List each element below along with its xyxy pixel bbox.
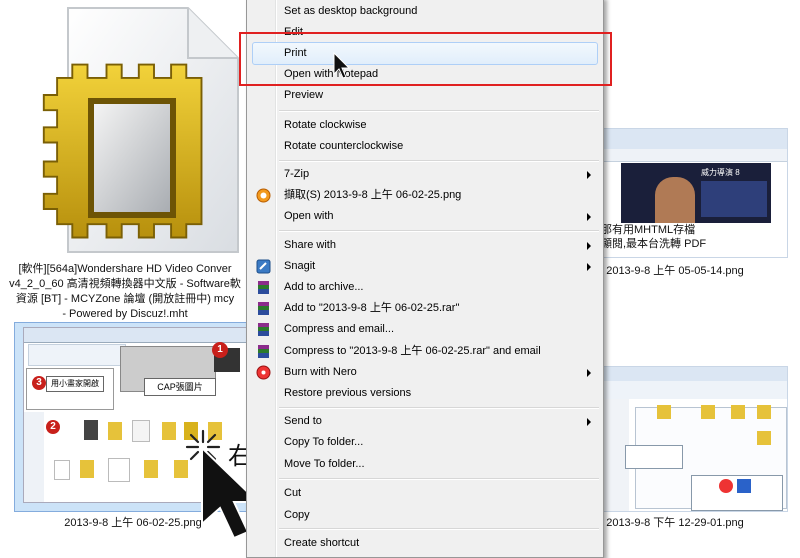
menu-item-7zip[interactable]: 7-Zip [247, 164, 603, 185]
menu-item-label: Cut [284, 487, 302, 499]
highlight-annotation-box [239, 32, 612, 86]
file-label-line: [軟件][564a]Wondershare HD Video Conver [18, 263, 232, 275]
menu-separator [279, 478, 599, 480]
menu-item-label: Burn with Nero [284, 366, 357, 378]
submenu-arrow-icon [587, 263, 591, 271]
file-label-line: v4_2_0_60 高清視頻轉換器中文版 - Software軟 [9, 278, 241, 290]
menu-item-label: Preview [284, 89, 324, 101]
menu-item-label: 擷取(S) 2013-9-8 上午 06-02-25.png [284, 189, 462, 201]
submenu-arrow-icon [587, 242, 591, 250]
thumbnail-right-bottom[interactable] [600, 366, 788, 512]
menu-item-label: Compress to "2013-9-8 上午 06-02-25.rar" a… [284, 345, 541, 357]
mht-file-label[interactable]: [軟件][564a]Wondershare HD Video Conver v4… [0, 262, 250, 322]
menu-item-label: Set as desktop background [284, 5, 418, 17]
file-label-line: 資源 [BT] - MCYZone 論壇 (開放註冊中) mcy [15, 293, 235, 305]
nero-icon [256, 365, 271, 380]
thumbnail-right-bottom-label[interactable]: 2013-9-8 下午 12-29-01.png [600, 514, 750, 530]
step-badge: 3 [32, 376, 46, 390]
thumbnail-right-top[interactable]: 威力導演 8 那有用MHTML存檔 顯閱,最本台洗轉 PDF [600, 128, 788, 258]
capture-app-icon [256, 188, 271, 203]
menu-item-label: Rotate counterclockwise [284, 140, 404, 152]
menu-separator [279, 230, 599, 232]
menu-item-cut[interactable]: Cut [247, 483, 603, 504]
menu-item-label: Compress and email... [284, 323, 395, 335]
mht-file-icon[interactable] [38, 6, 244, 256]
menu-item-label: 7-Zip [284, 168, 310, 180]
winrar-icon [258, 323, 269, 336]
winrar-icon [258, 345, 269, 358]
cap-caption: CAP張圖片 [144, 378, 216, 396]
winrar-icon [258, 302, 269, 315]
menu-separator [279, 110, 599, 112]
menu-item-label: Send to [284, 415, 322, 427]
snagit-icon [256, 259, 271, 274]
step-badge: 2 [46, 420, 60, 434]
thumbnail-right-top-label[interactable]: 2013-9-8 上午 05-05-14.png [600, 262, 750, 278]
menu-item-label: Copy [284, 509, 310, 521]
menu-item-label: Copy To folder... [284, 436, 364, 448]
open-caption: 用小畫家開啟 [46, 376, 104, 392]
file-label-line: - Powered by Discuz!.mht [62, 308, 188, 320]
menu-item-label: Open with [284, 210, 334, 222]
menu-item-label: Add to archive... [284, 281, 364, 293]
submenu-arrow-icon [587, 369, 591, 377]
menu-item-label: Snagit [284, 260, 316, 272]
menu-item-open-with[interactable]: Open with [247, 206, 603, 227]
menu-item-burn-with-nero[interactable]: Burn with Nero [247, 362, 603, 383]
menu-item-compress-to-rar-and-email[interactable]: Compress to "2013-9-8 上午 06-02-25.rar" a… [247, 341, 603, 362]
menu-item-label: Add to "2013-9-8 上午 06-02-25.rar" [284, 302, 460, 314]
banner-text: 威力導演 8 [701, 168, 740, 177]
menu-item-add-to-rar[interactable]: Add to "2013-9-8 上午 06-02-25.rar" [247, 298, 603, 319]
menu-separator [279, 160, 599, 162]
menu-separator [279, 407, 599, 409]
menu-item-send-to[interactable]: Send to [247, 411, 603, 432]
menu-item-copy-to-folder[interactable]: Copy To folder... [247, 432, 603, 453]
menu-item-preview[interactable]: Preview [247, 85, 603, 106]
submenu-arrow-icon [587, 418, 591, 426]
submenu-arrow-icon [587, 213, 591, 221]
menu-item-restore-previous-versions[interactable]: Restore previous versions [247, 383, 603, 404]
menu-item-copy[interactable]: Copy [247, 505, 603, 526]
winrar-icon [258, 281, 269, 294]
menu-item-compress-and-email[interactable]: Compress and email... [247, 319, 603, 340]
menu-item-snagit[interactable]: Snagit [247, 256, 603, 277]
mouse-pointer-icon [333, 52, 351, 79]
menu-item-share-with[interactable]: Share with [247, 235, 603, 256]
menu-item-label: Create shortcut [284, 537, 360, 549]
menu-item-label: Restore previous versions [284, 387, 412, 399]
menu-item-rotate-counterclockwise[interactable]: Rotate counterclockwise [247, 136, 603, 157]
menu-item-add-to-archive[interactable]: Add to archive... [247, 277, 603, 298]
thumb-text-line2: 顯閱,最本台洗轉 PDF [601, 238, 707, 250]
menu-item-move-to-folder[interactable]: Move To folder... [247, 454, 603, 475]
step-badge: 1 [212, 342, 228, 358]
menu-item-label: Share with [284, 239, 336, 251]
menu-item-set-desktop-background[interactable]: Set as desktop background [247, 1, 603, 22]
menu-item-capture[interactable]: 擷取(S) 2013-9-8 上午 06-02-25.png [247, 185, 603, 206]
menu-item-label: Rotate clockwise [284, 119, 367, 131]
thumb-text-line1: 那有用MHTML存檔 [601, 224, 696, 236]
menu-item-create-shortcut[interactable]: Create shortcut [247, 533, 603, 554]
menu-item-label: Move To folder... [284, 458, 365, 470]
menu-item-rotate-clockwise[interactable]: Rotate clockwise [247, 115, 603, 136]
submenu-arrow-icon [587, 171, 591, 179]
menu-separator [279, 528, 599, 530]
